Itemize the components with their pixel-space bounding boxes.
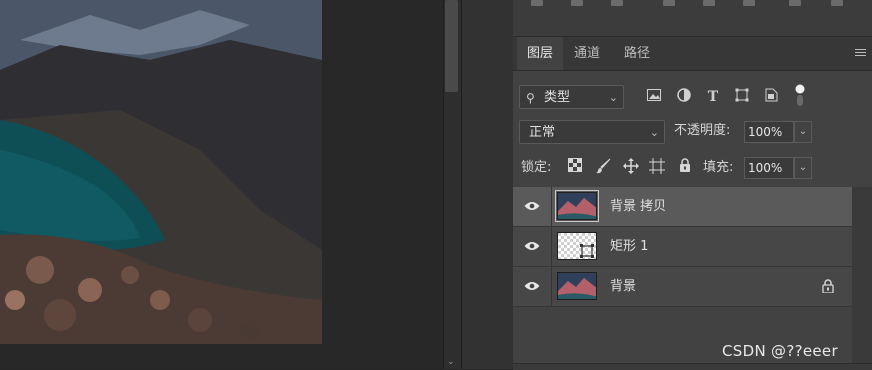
- scrollbar-thumb[interactable]: [445, 0, 458, 92]
- type-layer-filter-icon[interactable]: T: [704, 88, 722, 106]
- layers-scrollbar[interactable]: [852, 187, 872, 363]
- toolbar-mini-icon[interactable]: [831, 0, 843, 6]
- visibility-toggle[interactable]: [513, 187, 552, 226]
- photo-landscape: [0, 0, 322, 344]
- smart-object-filter-icon[interactable]: [762, 88, 780, 106]
- lock-artboard-icon[interactable]: [647, 158, 667, 178]
- layers-panel: 图层 通道 路径 ⚲ 类型 ⌄ T 正常 ⌄ 不透明度: 100% ⌄ 锁定: …: [513, 0, 872, 370]
- tab-layers[interactable]: 图层: [517, 37, 564, 70]
- layer-row[interactable]: 背景: [513, 267, 852, 307]
- fill-dropdown-icon[interactable]: ⌄: [794, 157, 812, 179]
- panel-dock-column: [461, 0, 514, 369]
- opacity-label: 不透明度:: [674, 123, 731, 138]
- toolbar-mini-icon[interactable]: [789, 0, 801, 6]
- lock-transparent-pixels-icon[interactable]: [565, 158, 585, 178]
- fill-input[interactable]: 100%: [744, 157, 794, 179]
- lock-label: 锁定:: [521, 160, 552, 175]
- toolbar-mini-icon[interactable]: [703, 0, 715, 6]
- toolbar-mini-icon[interactable]: [743, 0, 755, 6]
- toolbar-mini-icon[interactable]: [663, 0, 675, 6]
- layer-row[interactable]: 矩形 1: [513, 227, 852, 267]
- lock-all-icon[interactable]: [675, 158, 695, 178]
- toolbar-mini-icon[interactable]: [571, 0, 583, 6]
- pixel-layer-filter-icon[interactable]: [645, 88, 663, 106]
- eye-icon: [524, 242, 540, 250]
- kind-filter-label: 类型: [544, 90, 571, 105]
- opacity-dropdown-icon[interactable]: ⌄: [794, 121, 812, 143]
- canvas-photo[interactable]: [0, 0, 322, 344]
- layer-lock-icon[interactable]: [822, 279, 834, 293]
- layer-name[interactable]: 矩形 1: [610, 227, 648, 266]
- eye-icon: [524, 282, 540, 290]
- layer-name[interactable]: 背景 拷贝: [610, 187, 666, 226]
- lock-image-pixels-brush-icon[interactable]: [593, 158, 613, 178]
- adjustment-layer-filter-icon[interactable]: [675, 88, 693, 106]
- layer-row[interactable]: 背景 拷贝: [513, 187, 852, 227]
- scroll-down-arrow-icon[interactable]: ⌄: [447, 357, 455, 367]
- panel-tabbar: 图层 通道 路径: [513, 37, 872, 71]
- search-icon: ⚲: [526, 91, 535, 105]
- layer-thumbnail[interactable]: [557, 272, 597, 300]
- opacity-input[interactable]: 100%: [744, 121, 794, 143]
- blend-mode-value: 正常: [529, 125, 556, 140]
- fill-label: 填充:: [703, 160, 734, 175]
- chevron-down-icon: ⌄: [649, 126, 659, 139]
- shape-layer-filter-icon[interactable]: [733, 88, 751, 106]
- layer-thumbnail[interactable]: [555, 190, 599, 222]
- filter-toggle-icon[interactable]: [791, 84, 809, 106]
- toolbar-mini-icon[interactable]: [531, 0, 543, 6]
- document-canvas-area: [0, 0, 443, 369]
- tab-channels[interactable]: 通道: [564, 37, 610, 70]
- eye-icon: [524, 202, 540, 210]
- lock-position-move-icon[interactable]: [621, 158, 641, 178]
- layer-name[interactable]: 背景: [610, 267, 636, 306]
- layer-kind-filter-select[interactable]: ⚲ 类型 ⌄: [519, 85, 624, 109]
- visibility-toggle[interactable]: [513, 267, 552, 306]
- shape-layer-thumbnail[interactable]: [557, 232, 597, 260]
- chevron-down-icon: ⌄: [608, 91, 618, 104]
- blend-mode-select[interactable]: 正常 ⌄: [519, 120, 665, 144]
- toolbar-mini-icon[interactable]: [611, 0, 623, 6]
- watermark-text: CSDN @??eeer: [722, 342, 838, 360]
- panel-menu-icon[interactable]: [855, 49, 866, 58]
- tab-paths[interactable]: 路径: [614, 37, 660, 70]
- visibility-toggle[interactable]: [513, 227, 552, 266]
- upper-panel-strip: [513, 0, 872, 37]
